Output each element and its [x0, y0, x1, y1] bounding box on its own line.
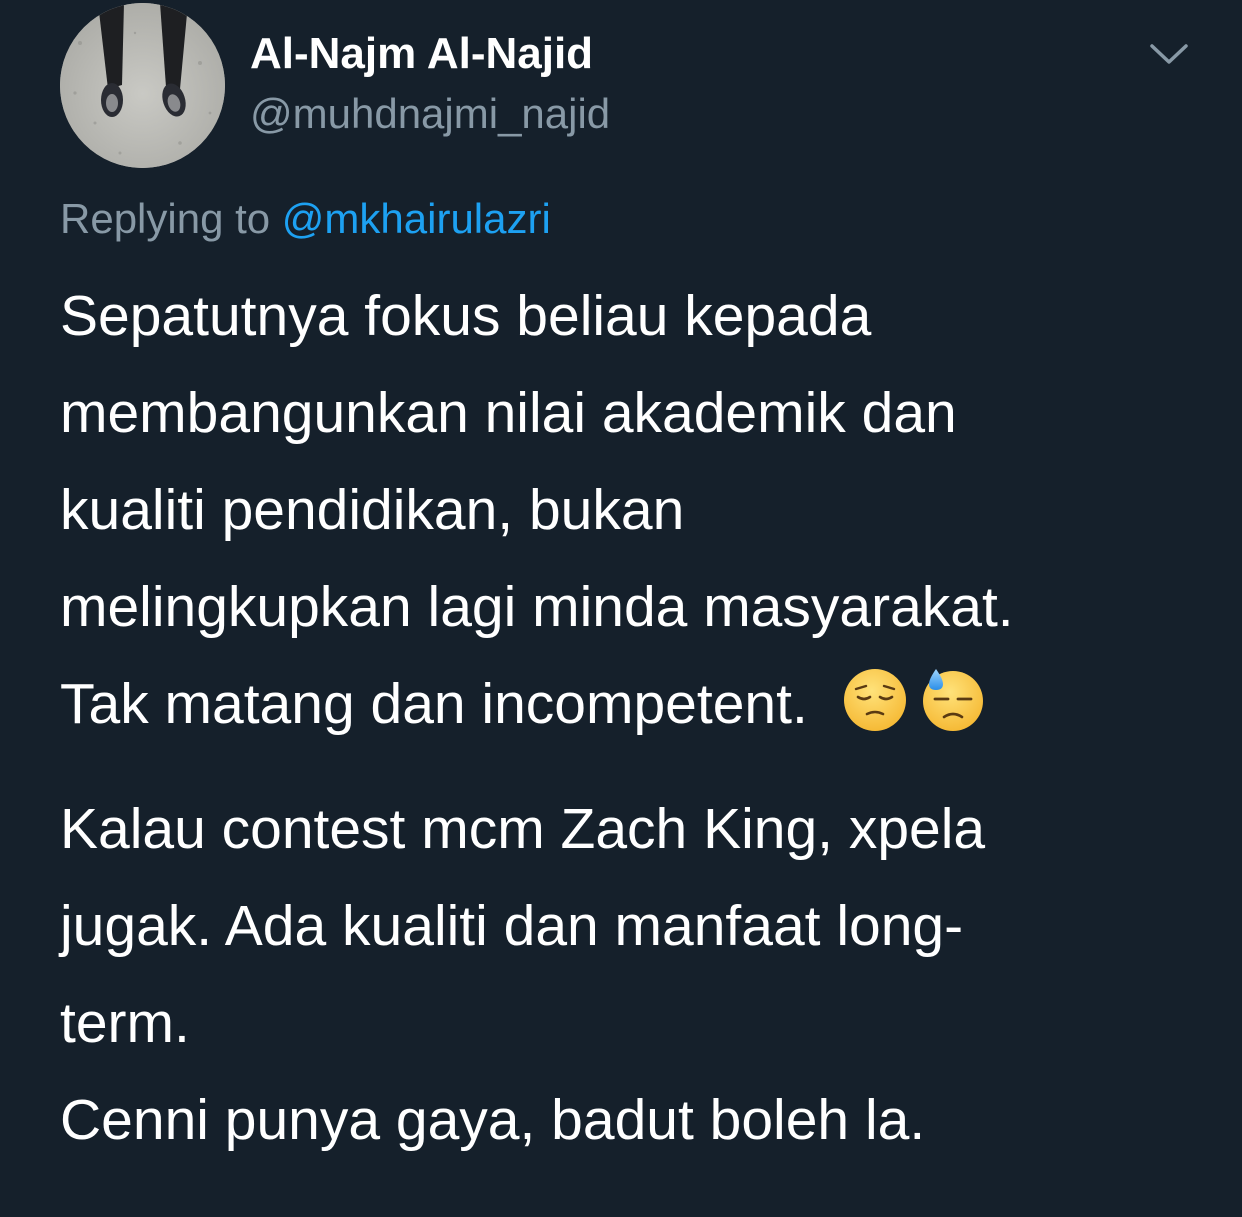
tweet-text-line: Cenni punya gaya, badut boleh la.	[60, 1088, 926, 1152]
tweet-text-line: Tak matang dan incompetent.	[60, 672, 808, 736]
tweet-text-line: term.	[60, 991, 190, 1055]
downcast-face-with-sweat-icon	[922, 668, 983, 731]
chevron-down-icon	[1150, 44, 1188, 64]
tweet-text-line: jugak. Ada kualiti dan manfaat long-	[60, 894, 964, 958]
avatar[interactable]	[60, 3, 225, 168]
tweet-text-paragraph-1: Sepatutnya fokus beliau kepada membangun…	[60, 268, 1220, 753]
replying-to: Replying to @mkhairulazri	[60, 192, 551, 246]
tweet-text-line: Kalau contest mcm Zach King, xpela	[60, 797, 986, 861]
tweet-text-line: membangunkan nilai akademik dan	[60, 381, 957, 445]
tweet-menu-button[interactable]	[1146, 38, 1192, 70]
tweet-text-line: melingkupkan lagi minda masyarakat.	[60, 575, 1014, 639]
tweet-text-line: Sepatutnya fokus beliau kepada	[60, 284, 872, 348]
emoji-group	[842, 668, 986, 736]
tweet-text-paragraph-2: Kalau contest mcm Zach King, xpela jugak…	[60, 781, 1220, 1169]
reply-mention-link[interactable]: @mkhairulazri	[282, 195, 551, 242]
display-name[interactable]: Al-Najm Al-Najid	[250, 28, 593, 80]
pensive-face-icon	[843, 668, 906, 731]
user-handle[interactable]: @muhdnajmi_najid	[250, 88, 610, 140]
avatar-image	[60, 3, 225, 168]
tweet: Al-Najm Al-Najid @muhdnajmi_najid Replyi…	[0, 0, 1242, 1217]
tweet-text-line: kualiti pendidikan, bukan	[60, 478, 685, 542]
tweet-text-line-with-emoji: Tak matang dan incompetent.	[60, 656, 1220, 753]
replying-to-label: Replying to	[60, 195, 282, 242]
